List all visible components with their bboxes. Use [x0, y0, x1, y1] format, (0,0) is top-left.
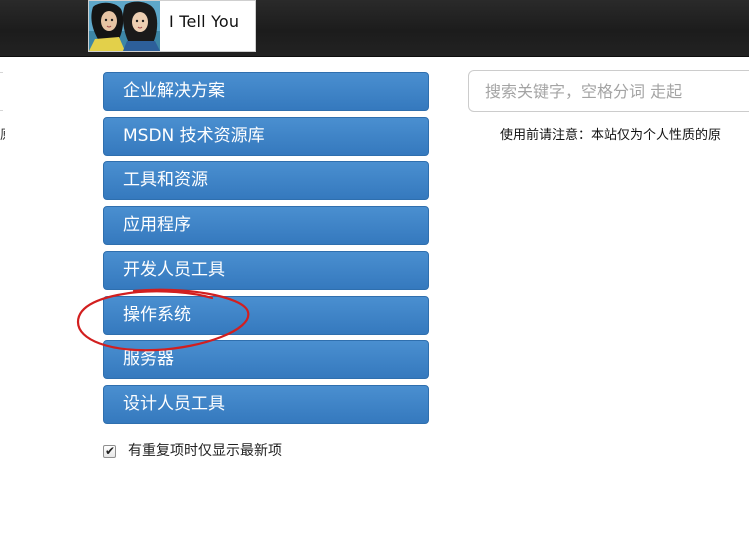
menu-item-tools-resources[interactable]: 工具和资源	[103, 161, 429, 200]
site-logo-link[interactable]: I Tell You	[88, 0, 256, 52]
edge-divider	[0, 110, 3, 111]
menu-item-enterprise-solutions[interactable]: 企业解决方案	[103, 72, 429, 111]
top-navbar: I Tell You	[0, 0, 749, 57]
latest-only-label[interactable]: 有重复项时仅显示最新项	[128, 442, 282, 460]
logo-photo-image	[89, 1, 160, 51]
menu-item-applications[interactable]: 应用程序	[103, 206, 429, 245]
menu-item-developer-tools[interactable]: 开发人员工具	[103, 251, 429, 290]
checkmark-icon: ✔	[105, 444, 116, 458]
menu-item-servers[interactable]: 服务器	[103, 340, 429, 379]
usage-notice: 使用前请注意：本站仅为个人性质的原	[500, 128, 722, 143]
menu-item-operating-systems[interactable]: 操作系统	[103, 296, 429, 335]
edge-divider	[0, 72, 3, 73]
search-input[interactable]	[468, 70, 749, 112]
menu-item-msdn-library[interactable]: MSDN 技术资源库	[103, 117, 429, 156]
clipped-text-fragment: 原	[0, 124, 5, 143]
site-name: I Tell You	[169, 12, 240, 31]
latest-only-checkbox[interactable]: ✔	[103, 444, 116, 458]
menu-item-designer-tools[interactable]: 设计人员工具	[103, 385, 429, 424]
